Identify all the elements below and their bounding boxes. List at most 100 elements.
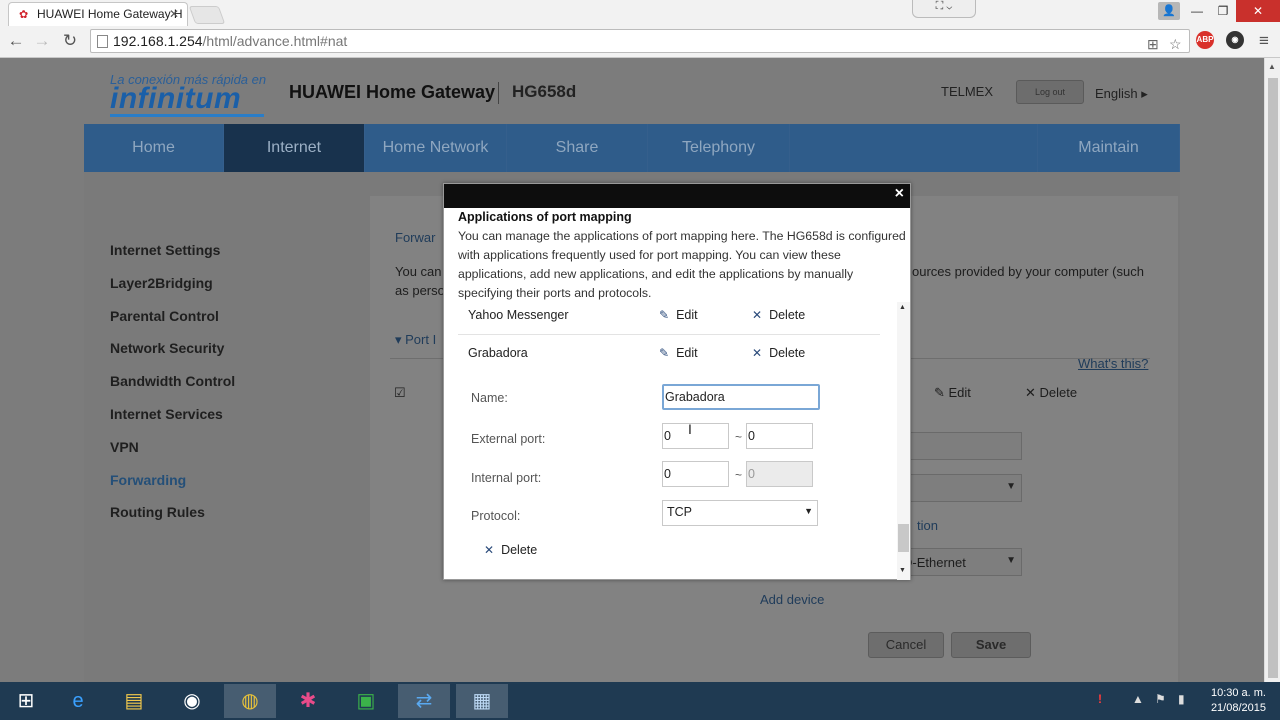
protocol-select[interactable]: TCP ▼ — [662, 500, 818, 526]
scroll-down-icon[interactable]: ▼ — [899, 567, 906, 574]
form-delete-button[interactable]: ✕ Delete — [484, 543, 537, 557]
media-app-icon[interactable]: ◉ — [166, 684, 218, 718]
forward-arrow-icon[interactable]: → — [30, 30, 54, 52]
close-window-button[interactable]: ✕ — [1236, 0, 1280, 22]
extension-icon[interactable]: ◉ — [1226, 31, 1244, 49]
nav-tab-home-network[interactable]: Home Network — [365, 124, 507, 172]
internal-port-start-input[interactable] — [662, 461, 729, 487]
dialog-scrollbar-thumb[interactable] — [898, 524, 909, 552]
bg-delete-button[interactable]: ✕ Delete — [1025, 385, 1077, 401]
form-delete-label: Delete — [501, 543, 538, 557]
app-delete-button-yahoo[interactable]: ✕ Delete — [752, 308, 805, 322]
nav-tab-internet[interactable]: Internet — [224, 124, 365, 172]
sidebar-item-parental-control[interactable]: Parental Control — [110, 306, 235, 339]
sidebar-item-internet-services[interactable]: Internet Services — [110, 404, 235, 437]
internet-explorer-icon[interactable]: e — [52, 684, 104, 718]
new-tab-button[interactable] — [188, 6, 226, 24]
bg-edit-label: Edit — [948, 385, 971, 400]
adblock-icon[interactable]: ABP — [1196, 31, 1214, 49]
signal-tray-icon[interactable]: ▮ — [1178, 692, 1185, 706]
app-edit-button-yahoo[interactable]: ✎ Edit — [659, 308, 698, 322]
bg-interface-select[interactable]: D-Ethernet ▼ — [894, 548, 1022, 576]
sidebar-item-forwarding[interactable]: Forwarding — [110, 470, 235, 503]
save-button[interactable]: Save — [951, 632, 1031, 658]
bg-delete-label: Delete — [1039, 385, 1078, 400]
dialog-scrollbar[interactable]: ▲ ▼ — [897, 302, 910, 580]
port-mapping-label: Port I — [405, 332, 437, 347]
browser-tab[interactable]: ✿ HUAWEI Home Gateway H ✕ — [8, 2, 188, 26]
tray-expand-icon[interactable]: ▲ — [1132, 692, 1144, 706]
name-input[interactable] — [662, 384, 820, 410]
reload-icon[interactable]: ↻ — [58, 30, 82, 52]
name-label: Name: — [471, 391, 508, 405]
bg-link-tion[interactable]: tion — [917, 518, 938, 533]
add-device-link[interactable]: Add device — [760, 592, 824, 607]
store-icon[interactable]: ▣ — [340, 684, 392, 718]
browser-chrome: ✿ HUAWEI Home Gateway H ✕ ⛶ ⌄ 👤 — ❐ ✕ ← … — [0, 0, 1280, 58]
external-port-end-input[interactable] — [746, 423, 813, 449]
logout-button[interactable]: Log out — [1016, 80, 1084, 104]
clock-time: 10:30 a. m. — [1210, 687, 1266, 699]
bg-select-1[interactable]: ▼ — [894, 474, 1022, 502]
windows-start-icon[interactable]: ⊞ — [0, 684, 52, 718]
menu-icon[interactable]: ≡ — [1252, 30, 1276, 52]
sidebar-item-vpn[interactable]: VPN — [110, 437, 235, 470]
sidebar-item-routing-rules[interactable]: Routing Rules — [110, 502, 235, 535]
delete-icon: ✕ — [484, 543, 495, 557]
teamviewer-icon[interactable]: ⇄ — [398, 684, 450, 718]
huawei-favicon-icon: ✿ — [19, 9, 29, 21]
nav-tab-share[interactable]: Share — [507, 124, 648, 172]
network-tray-icon[interactable]: ⚑ — [1155, 692, 1166, 706]
delete-label: Delete — [769, 346, 806, 360]
scrollbar-thumb[interactable] — [1268, 78, 1278, 678]
app-delete-button-grabadora[interactable]: ✕ Delete — [752, 346, 805, 360]
bg-input-1[interactable] — [894, 432, 1022, 460]
page-scrollbar[interactable]: ▲ — [1264, 58, 1280, 682]
sidebar-item-layer2bridging[interactable]: Layer2Bridging — [110, 273, 235, 306]
nav-tab-telephony[interactable]: Telephony — [648, 124, 790, 172]
address-bar[interactable]: 192.168.1.254/html/advance.html#nat ⊞ ☆ — [90, 29, 1190, 53]
cancel-button[interactable]: Cancel — [868, 632, 944, 658]
bg-edit-button[interactable]: ✎ Edit — [934, 385, 971, 401]
user-profile-icon[interactable]: 👤 — [1158, 2, 1180, 20]
text-cursor-icon: I — [688, 421, 692, 437]
nav-tab-home[interactable]: Home — [84, 124, 224, 172]
window-switcher-button[interactable]: ⛶ ⌄ — [912, 0, 976, 18]
router-header: La conexión más rápida en infinitum HUAW… — [84, 58, 1180, 124]
translate-icon[interactable]: ⊞ — [1147, 33, 1159, 55]
bookmark-star-icon[interactable]: ☆ — [1169, 33, 1182, 55]
alert-tray-icon[interactable]: ! — [1098, 692, 1102, 706]
infinitum-logo: infinitum — [110, 82, 242, 115]
row-checkbox[interactable]: ☑ — [394, 385, 406, 401]
network-app-icon[interactable]: ▦ — [456, 684, 508, 718]
tab-close-icon[interactable]: ✕ — [169, 7, 179, 21]
isp-name: TELMEX — [941, 84, 994, 99]
app-name-yahoo: Yahoo Messenger — [468, 308, 569, 322]
url-host: 192.168.1.254 — [113, 33, 203, 49]
restore-button[interactable]: ❐ — [1210, 0, 1236, 22]
interface-value: D-Ethernet — [903, 555, 966, 570]
nav-tab-maintain[interactable]: Maintain — [1038, 124, 1180, 172]
scroll-up-icon[interactable]: ▲ — [1268, 62, 1276, 71]
chrome-icon[interactable]: ◍ — [224, 684, 276, 718]
section-desc-start: You can — [395, 264, 442, 279]
file-explorer-icon[interactable]: ▤ — [108, 684, 160, 718]
delete-icon: ✕ — [752, 346, 763, 360]
port-mapping-dialog: × Applications of port mapping You can m… — [443, 183, 911, 580]
delete-label: Delete — [769, 308, 806, 322]
scroll-up-icon[interactable]: ▲ — [899, 304, 906, 311]
paint-app-icon[interactable]: ✱ — [282, 684, 334, 718]
sidebar-item-internet-settings[interactable]: Internet Settings — [110, 240, 235, 273]
sidebar-item-bandwidth-control[interactable]: Bandwidth Control — [110, 371, 235, 404]
dialog-close-button[interactable]: × — [895, 185, 904, 203]
back-arrow-icon[interactable]: ← — [4, 30, 28, 52]
minimize-button[interactable]: — — [1184, 0, 1210, 22]
whats-this-link[interactable]: What's this? — [1078, 356, 1148, 371]
nav-spacer — [790, 124, 1038, 172]
sidebar-item-network-security[interactable]: Network Security — [110, 338, 235, 371]
language-selector[interactable]: English ▸ — [1095, 86, 1148, 102]
app-edit-button-grabadora[interactable]: ✎ Edit — [659, 346, 698, 360]
edit-icon: ✎ — [659, 308, 670, 322]
external-port-start-input[interactable] — [662, 423, 729, 449]
system-clock[interactable]: 10:30 a. m. 21/08/2015 — [1211, 686, 1266, 716]
